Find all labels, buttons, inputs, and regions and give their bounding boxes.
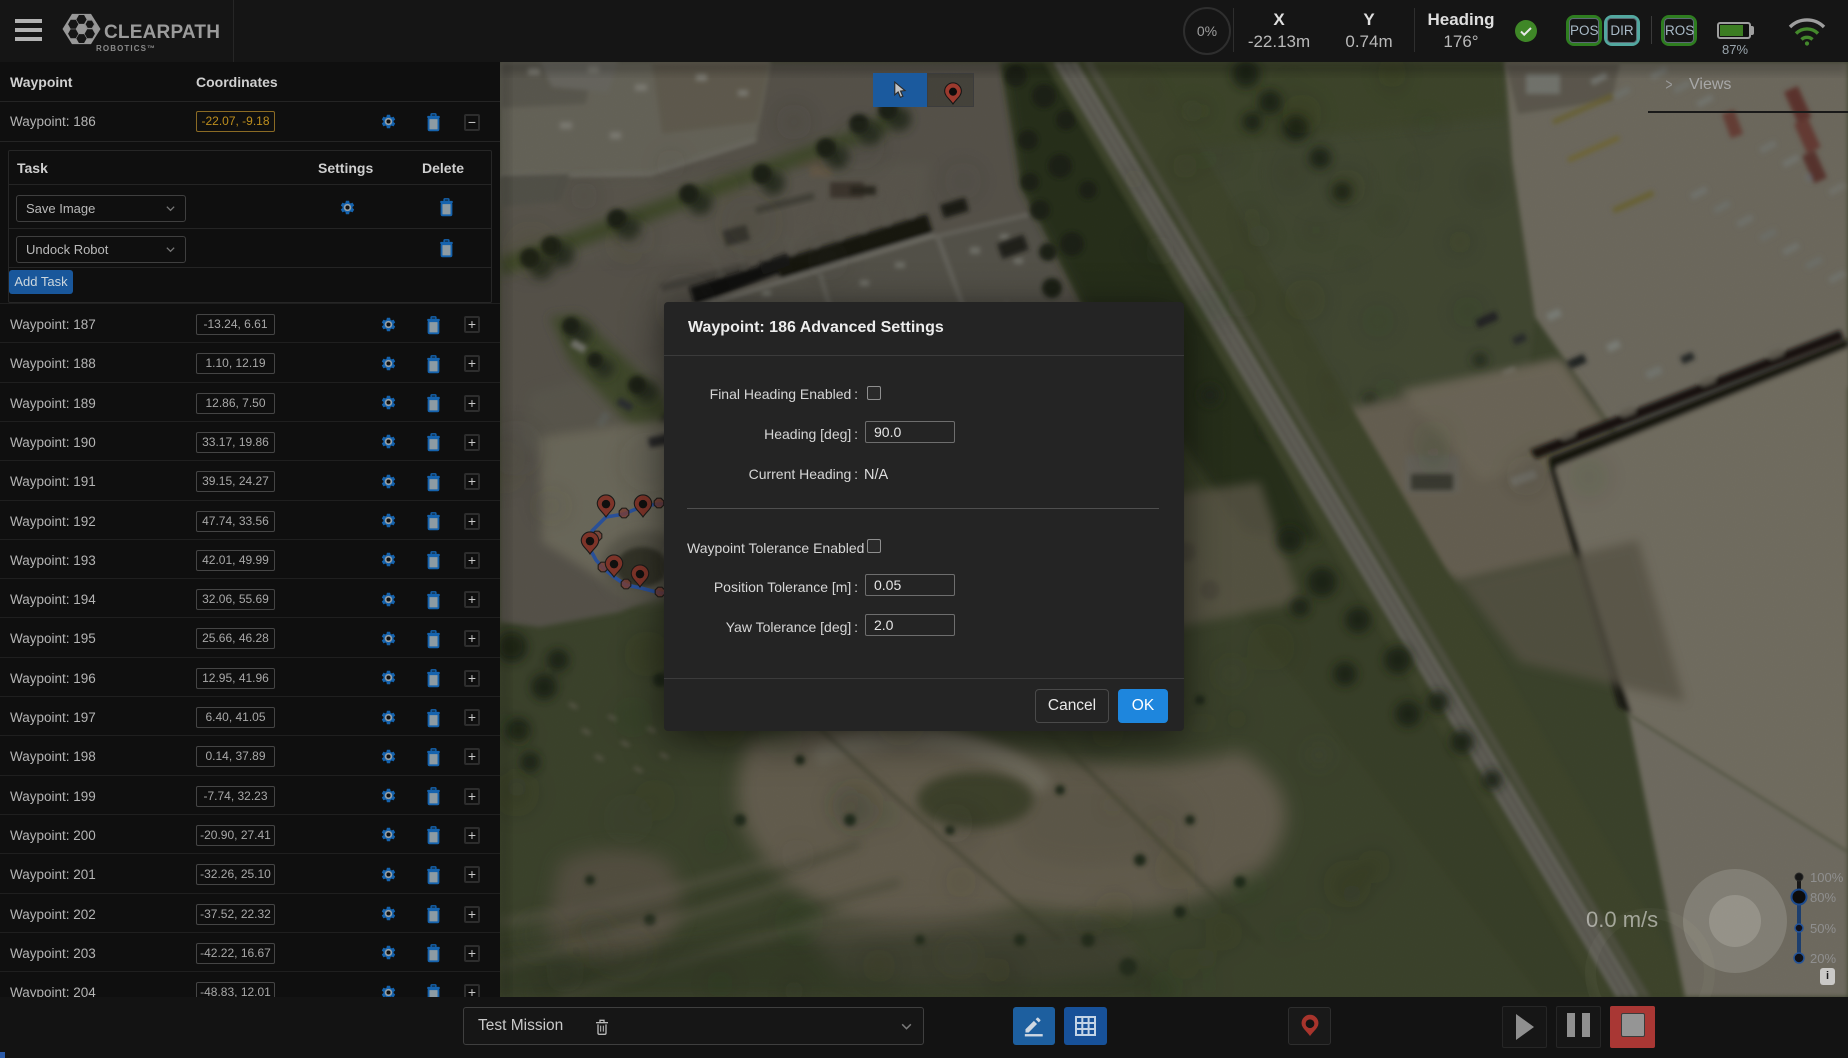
svg-text:20%: 20%: [1810, 951, 1836, 966]
svg-text:50%: 50%: [1810, 921, 1836, 936]
svg-text:80%: 80%: [1810, 890, 1836, 905]
svg-text:100%: 100%: [1810, 870, 1844, 885]
